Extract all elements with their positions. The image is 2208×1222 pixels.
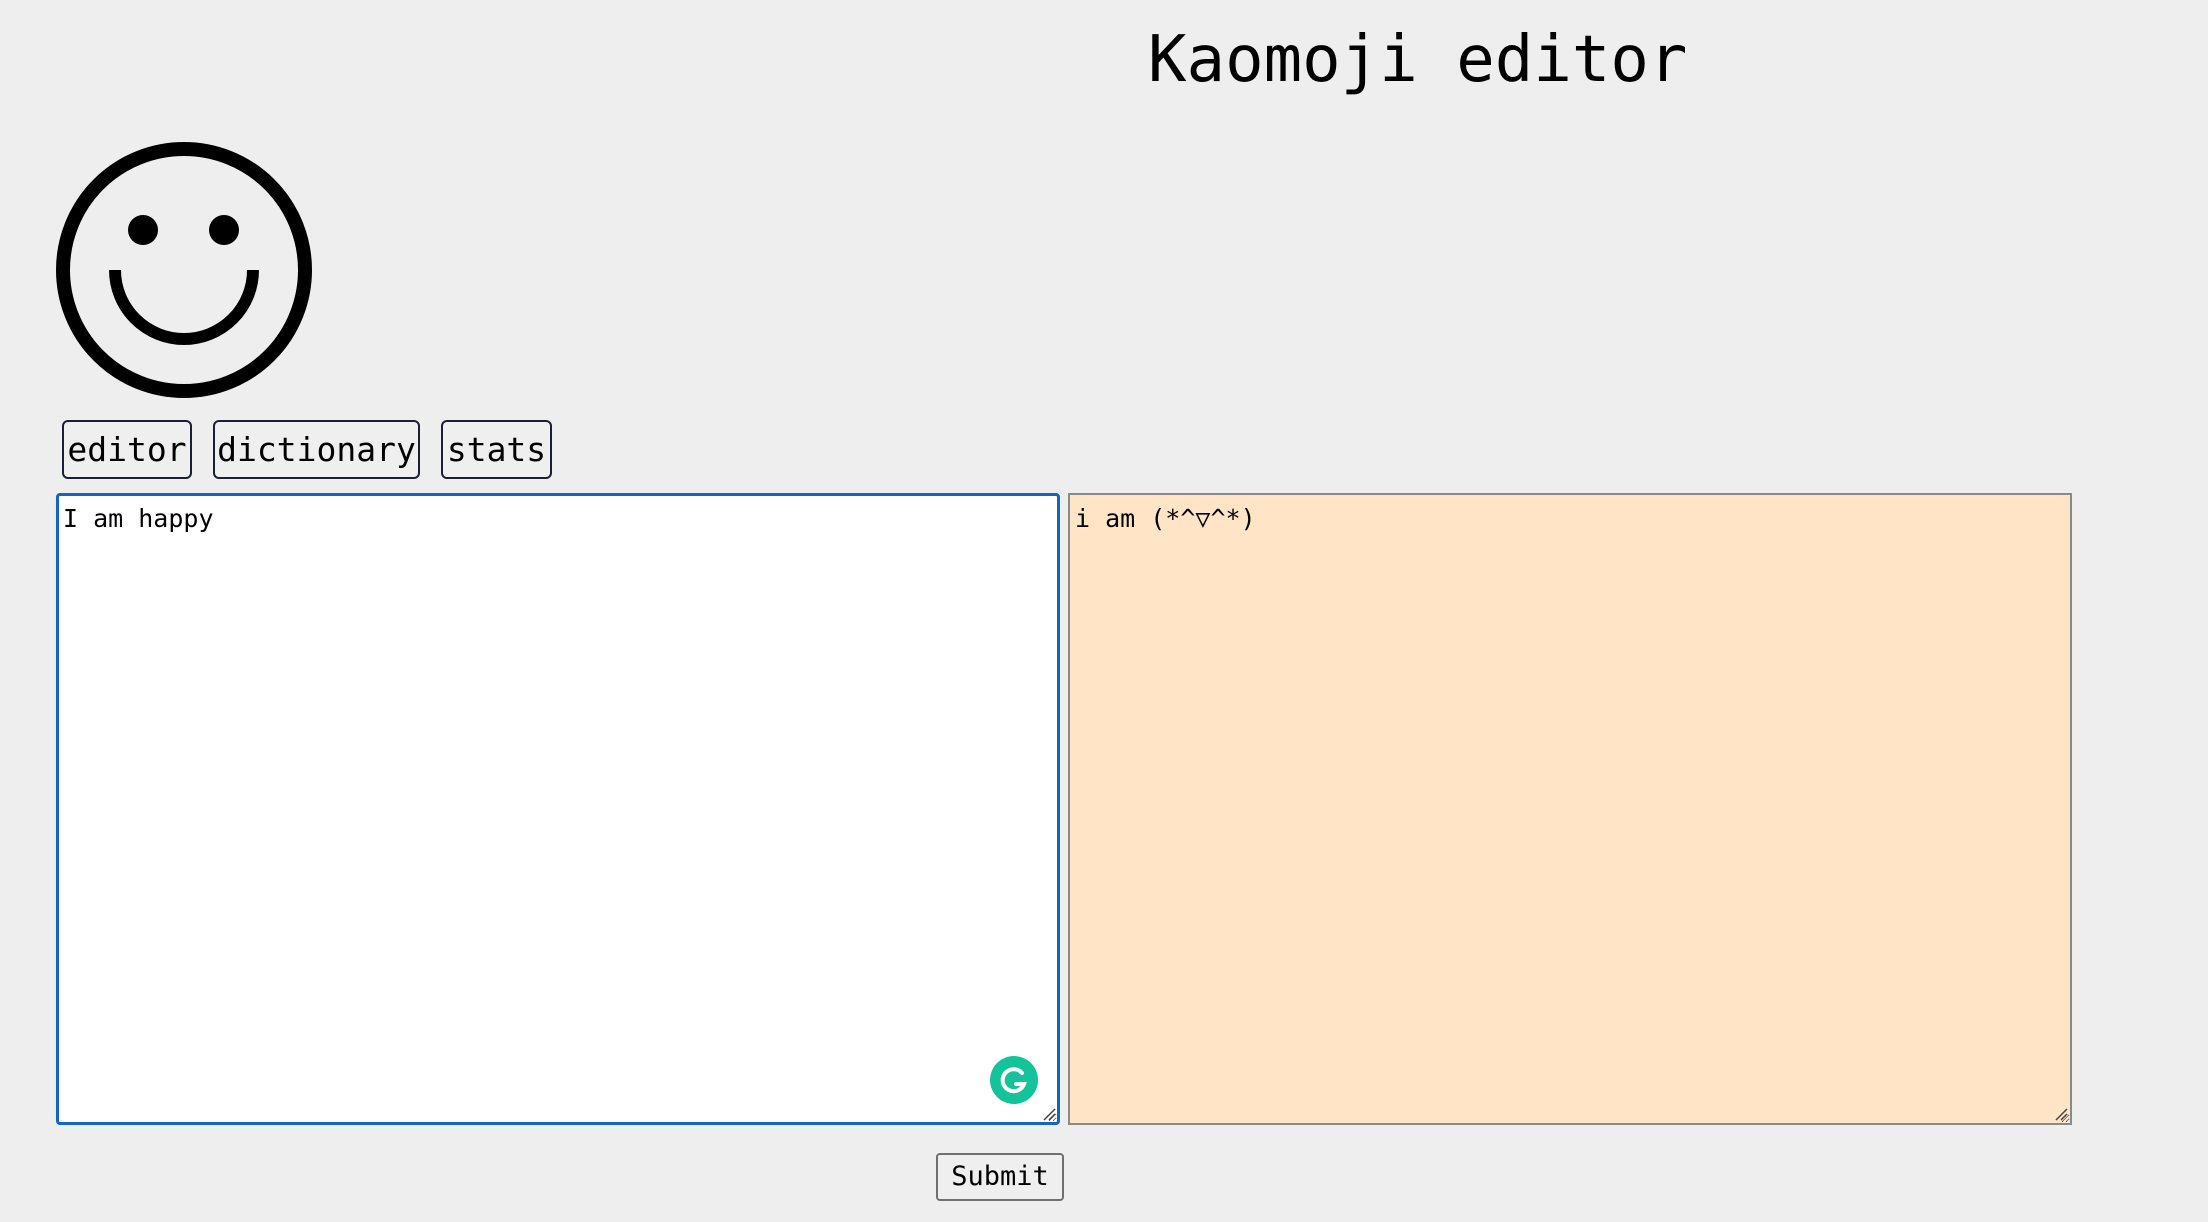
output-textarea[interactable]: i am (*^▽^*) (1068, 493, 2072, 1125)
nav-dictionary-button[interactable]: dictionary (213, 420, 420, 479)
input-resize-handle[interactable] (1040, 1105, 1056, 1121)
smiley-face-icon (56, 142, 312, 398)
input-textarea[interactable]: I am happy (56, 493, 1060, 1125)
nav-editor-button[interactable]: editor (62, 420, 192, 479)
page-title: Kaomoji editor (1148, 23, 1688, 97)
grammarly-icon[interactable] (990, 1056, 1038, 1104)
submit-button[interactable]: Submit (936, 1153, 1064, 1201)
nav-stats-button[interactable]: stats (441, 420, 552, 479)
output-resize-handle[interactable] (2052, 1105, 2068, 1121)
